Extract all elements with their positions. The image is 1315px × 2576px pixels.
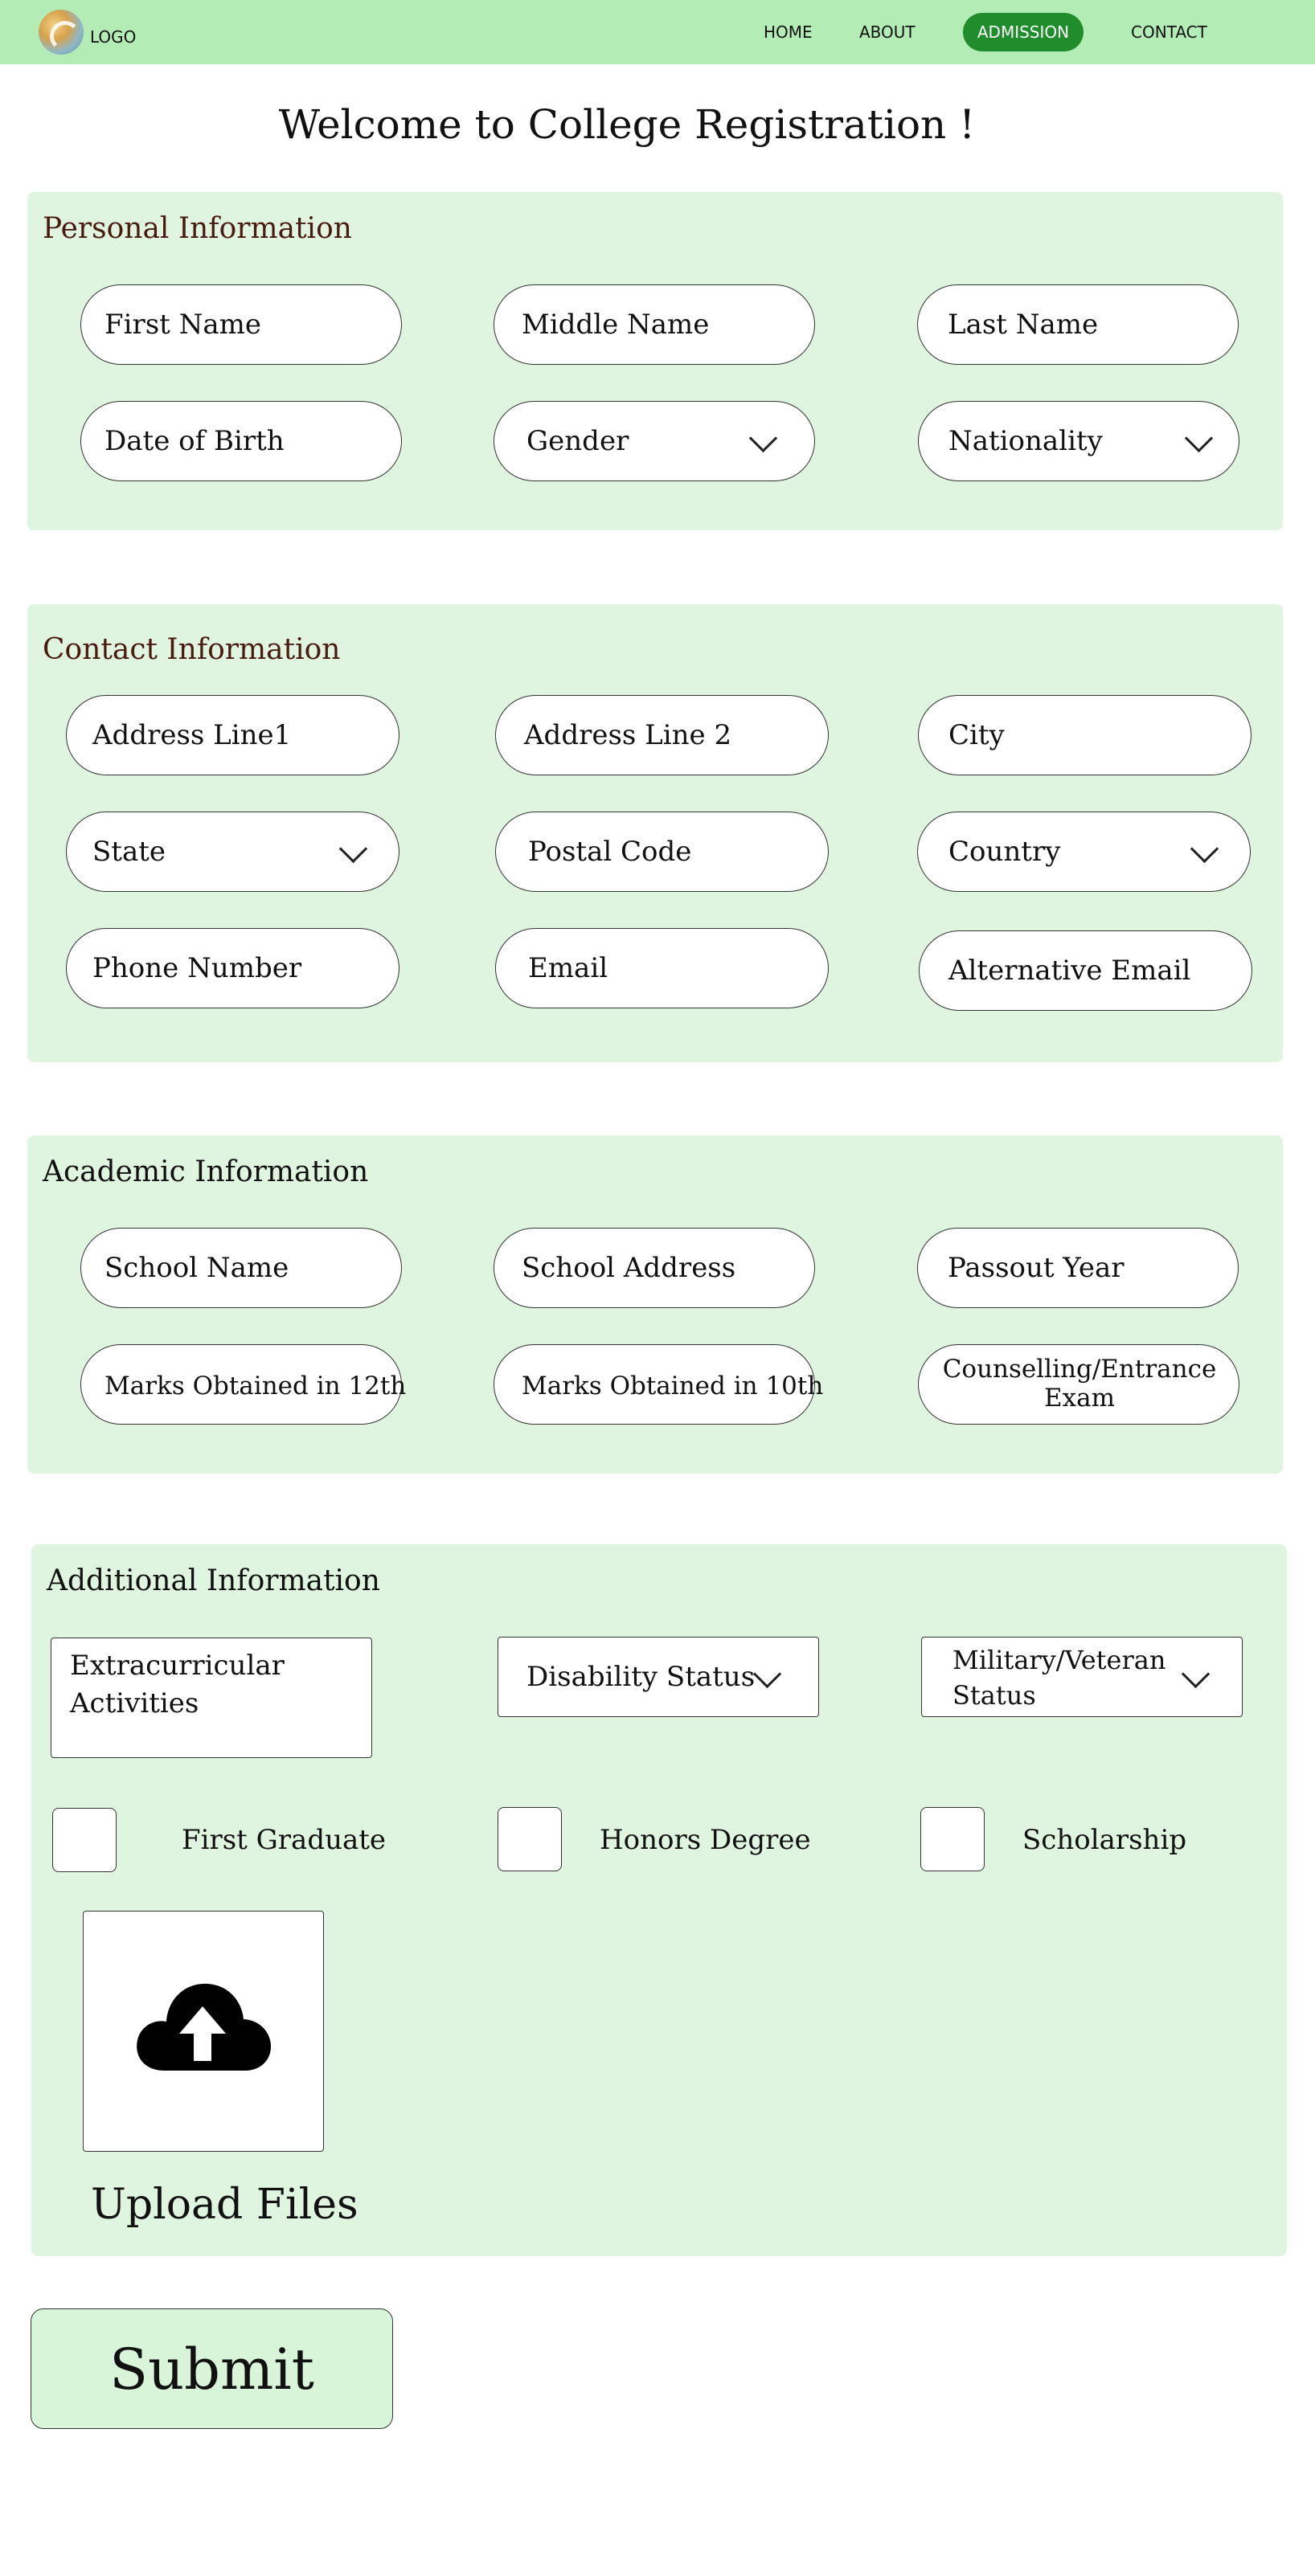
- nav-link-about[interactable]: ABOUT: [859, 22, 916, 42]
- nav-link-contact[interactable]: CONTACT: [1131, 22, 1207, 42]
- marks-12th-placeholder: Marks Obtained in 12th: [104, 1372, 407, 1400]
- honors-degree-label: Honors Degree: [600, 1824, 811, 1856]
- address-line2-input[interactable]: Address Line 2: [495, 695, 829, 775]
- marks-12th-input[interactable]: Marks Obtained in 12th: [80, 1344, 406, 1425]
- school-name-placeholder: School Name: [104, 1252, 289, 1284]
- counselling-entrance-exam-input[interactable]: Counselling/Entrance Exam: [918, 1344, 1239, 1425]
- middle-name-input[interactable]: Middle Name: [494, 284, 815, 365]
- upload-files-label: Upload Files: [91, 2181, 358, 2229]
- disability-status-select[interactable]: Disability Status: [498, 1637, 819, 1717]
- address-line1-input[interactable]: Address Line1: [66, 695, 399, 775]
- logo-text[interactable]: LOGO: [90, 27, 136, 47]
- file-upload-dropzone[interactable]: [83, 1911, 324, 2152]
- postal-code-placeholder: Postal Code: [528, 836, 692, 868]
- date-of-birth-placeholder: Date of Birth: [104, 425, 285, 457]
- additional-section-title: Additional Information: [47, 1564, 380, 1597]
- phone-number-placeholder: Phone Number: [92, 952, 302, 984]
- middle-name-placeholder: Middle Name: [522, 309, 710, 341]
- extracurricular-activities-input[interactable]: Extracurricular Activities: [51, 1638, 372, 1758]
- military-placeholder-line1: Military/Veteran: [952, 1645, 1166, 1675]
- gender-select[interactable]: Gender: [494, 401, 815, 481]
- nav-link-home[interactable]: HOME: [764, 22, 813, 42]
- counselling-placeholder-line1: Counselling/Entrance: [942, 1355, 1217, 1384]
- address-line1-placeholder: Address Line1: [92, 719, 292, 751]
- page-title: Welcome to College Registration !: [278, 101, 976, 148]
- honors-degree-checkbox[interactable]: [498, 1807, 562, 1871]
- last-name-input[interactable]: Last Name: [917, 284, 1239, 365]
- personal-section-title: Personal Information: [43, 212, 352, 245]
- date-of-birth-input[interactable]: Date of Birth: [80, 401, 402, 481]
- nav-link-admission[interactable]: ADMISSION: [963, 13, 1084, 51]
- scholarship-label: Scholarship: [1022, 1824, 1187, 1856]
- state-select[interactable]: State: [66, 812, 399, 892]
- navbar: [0, 0, 1315, 64]
- counselling-placeholder-line2: Exam: [1044, 1384, 1115, 1413]
- email-placeholder: Email: [528, 952, 608, 984]
- chevron-down-icon: [338, 834, 368, 864]
- nationality-select[interactable]: Nationality: [918, 401, 1239, 481]
- scholarship-checkbox[interactable]: [920, 1807, 985, 1871]
- marks-10th-input[interactable]: Marks Obtained in 10th: [494, 1344, 823, 1425]
- first-name-input[interactable]: First Name: [80, 284, 402, 365]
- chevron-down-icon: [1190, 834, 1219, 864]
- first-graduate-label: First Graduate: [182, 1824, 387, 1856]
- postal-code-input[interactable]: Postal Code: [495, 812, 829, 892]
- academic-section-title: Academic Information: [43, 1155, 369, 1188]
- chevron-down-icon: [748, 423, 778, 453]
- school-address-input[interactable]: School Address: [494, 1228, 815, 1308]
- alternative-email-input[interactable]: Alternative Email: [919, 930, 1252, 1011]
- last-name-placeholder: Last Name: [948, 309, 1099, 341]
- chevron-down-icon: [1184, 423, 1214, 453]
- military-placeholder-line2: Status: [952, 1680, 1036, 1711]
- disability-status-placeholder: Disability Status: [526, 1661, 756, 1693]
- email-input[interactable]: Email: [495, 928, 829, 1008]
- cloud-upload-icon: [137, 1983, 271, 2071]
- chevron-down-icon: [1181, 1659, 1211, 1689]
- passout-year-input[interactable]: Passout Year: [917, 1228, 1239, 1308]
- extracurricular-placeholder-line2: Activities: [70, 1687, 199, 1719]
- first-name-placeholder: First Name: [104, 309, 262, 341]
- school-name-input[interactable]: School Name: [80, 1228, 402, 1308]
- extracurricular-placeholder-line1: Extracurricular: [70, 1650, 285, 1682]
- alternative-email-placeholder: Alternative Email: [948, 955, 1191, 987]
- phone-number-input[interactable]: Phone Number: [66, 928, 399, 1008]
- logo-icon[interactable]: [39, 10, 84, 55]
- state-placeholder: State: [92, 836, 166, 868]
- nationality-placeholder: Nationality: [948, 425, 1103, 457]
- chevron-down-icon: [752, 1659, 782, 1689]
- city-placeholder: City: [948, 719, 1005, 751]
- marks-10th-placeholder: Marks Obtained in 10th: [522, 1372, 824, 1400]
- contact-section-title: Contact Information: [43, 633, 341, 666]
- country-placeholder: Country: [948, 836, 1061, 868]
- military-veteran-status-select[interactable]: Military/Veteran Status: [921, 1637, 1243, 1717]
- country-select[interactable]: Country: [917, 812, 1251, 892]
- passout-year-placeholder: Passout Year: [948, 1252, 1125, 1284]
- city-input[interactable]: City: [918, 695, 1252, 775]
- school-address-placeholder: School Address: [522, 1252, 736, 1284]
- address-line2-placeholder: Address Line 2: [524, 719, 732, 751]
- submit-button[interactable]: Submit: [31, 2308, 393, 2429]
- first-graduate-checkbox[interactable]: [52, 1808, 117, 1872]
- gender-placeholder: Gender: [526, 425, 629, 457]
